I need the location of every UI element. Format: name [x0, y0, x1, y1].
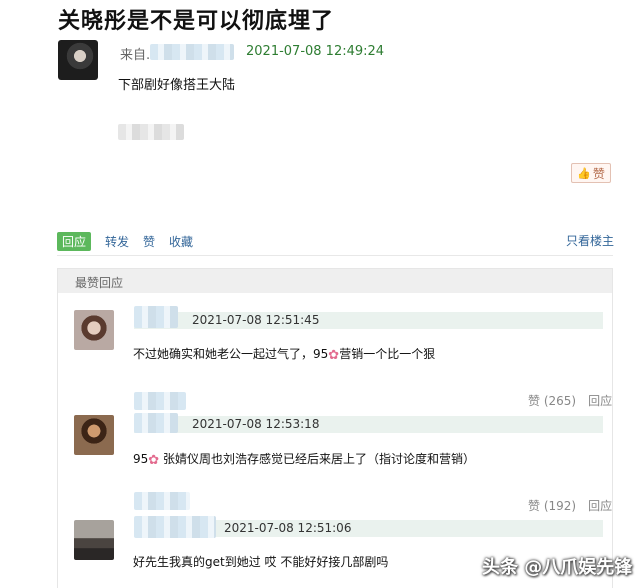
reply-avatar[interactable]: [74, 310, 114, 350]
reply-avatar[interactable]: [74, 520, 114, 560]
reply-meta: 赞 (265) 回应: [528, 392, 612, 409]
reply-author-redacted: [134, 306, 178, 328]
collect-link[interactable]: 收藏: [169, 233, 193, 250]
author-avatar[interactable]: [58, 40, 98, 80]
repost-link[interactable]: 转发: [105, 233, 129, 250]
reply-author-redacted: [134, 516, 216, 538]
thumbs-up-icon: 👍: [577, 166, 591, 180]
reply-like-count[interactable]: 赞 (265): [528, 392, 576, 409]
reply-text: 不过她确实和她老公一起过气了，95✿营销一个比一个狠: [133, 347, 436, 363]
post-title: 关晓彤是不是可以彻底埋了: [58, 9, 335, 34]
reply-author-redacted: [134, 492, 190, 510]
divider: [57, 255, 613, 256]
flower-icon: ✿: [328, 348, 340, 363]
post-actions: 回应 转发 赞 收藏: [57, 232, 207, 251]
reply-text: 好先生我真的get到她过 哎 不能好好接几部剧吗: [133, 555, 389, 569]
reply-author-redacted: [134, 413, 178, 433]
reply-text: 95✿ 张婧仪周也刘浩存感觉已经后来居上了（指讨论度和营销）: [133, 452, 476, 468]
author-name-redacted: [150, 44, 234, 60]
reply-reply-link[interactable]: 回应: [588, 392, 612, 409]
reply-button[interactable]: 回应: [57, 232, 92, 251]
post-like-button[interactable]: 👍 赞: [571, 163, 611, 183]
reply-author-redacted: [134, 392, 186, 410]
reply-time: 2021-07-08 12:51:06: [224, 521, 352, 535]
reply-meta: 赞 (192) 回应: [528, 497, 612, 514]
post-like-label: 赞: [592, 166, 605, 181]
top-replies-header: 最赞回应: [58, 269, 612, 293]
reply-reply-link[interactable]: 回应: [588, 497, 612, 514]
post-from-label: 来自.: [120, 48, 151, 63]
post-body: 下部剧好像搭王大陆: [118, 78, 236, 93]
flower-icon: ✿: [148, 453, 160, 468]
watermark: 头条 @八爪娱先锋: [482, 557, 633, 578]
like-link[interactable]: 赞: [143, 233, 155, 250]
reply-time: 2021-07-08 12:53:18: [192, 417, 320, 431]
reply-avatar[interactable]: [74, 415, 114, 455]
reply-like-count[interactable]: 赞 (192): [528, 497, 576, 514]
post-time: 2021-07-08 12:49:24: [246, 44, 385, 59]
post-redacted-content: [118, 124, 184, 140]
only-op-link[interactable]: 只看楼主: [566, 232, 614, 249]
reply-time: 2021-07-08 12:51:45: [192, 313, 320, 327]
